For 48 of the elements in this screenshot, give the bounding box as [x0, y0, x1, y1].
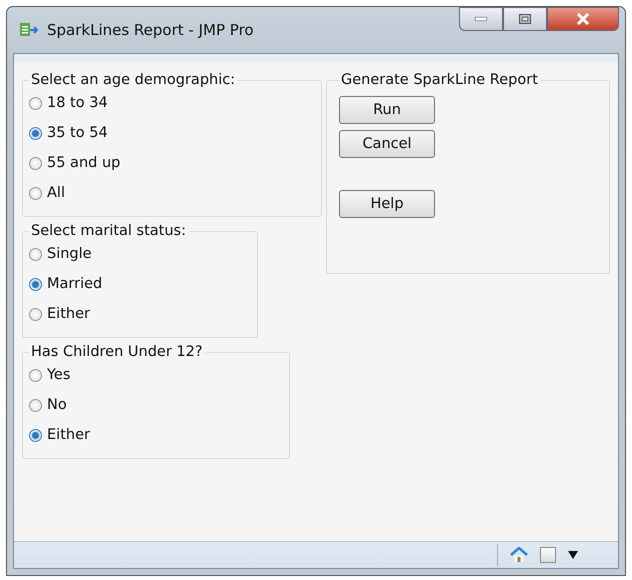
- group-title: Select marital status:: [30, 223, 187, 239]
- radio-button[interactable]: [29, 368, 42, 382]
- option-label: 55 and up: [47, 155, 120, 171]
- option-label: 18 to 34: [47, 95, 108, 111]
- radio-option[interactable]: Single: [29, 239, 247, 269]
- option-label: All: [47, 185, 65, 201]
- radio-button[interactable]: [29, 428, 42, 442]
- option-label: Married: [47, 276, 102, 292]
- radio-option[interactable]: 18 to 34: [29, 88, 311, 118]
- dropdown-arrow-icon[interactable]: [568, 551, 578, 559]
- app-icon: [19, 21, 39, 39]
- radio-button[interactable]: [29, 186, 42, 200]
- radio-button[interactable]: [29, 156, 42, 170]
- radio-option[interactable]: 55 and up: [29, 148, 311, 178]
- radio-option[interactable]: Either: [29, 299, 247, 329]
- group-title: Select an age demographic:: [30, 72, 236, 88]
- close-button[interactable]: [547, 7, 619, 31]
- radio-button[interactable]: [29, 126, 42, 140]
- radio-button[interactable]: [29, 96, 42, 110]
- group-title: Has Children Under 12?: [30, 344, 204, 360]
- close-icon: [576, 13, 590, 25]
- option-label: Either: [47, 427, 90, 443]
- radio-button[interactable]: [29, 278, 42, 290]
- maximize-icon: [519, 14, 531, 24]
- option-label: Yes: [47, 367, 70, 383]
- dialog-button[interactable]: Run: [339, 96, 435, 124]
- radio-option[interactable]: Either: [29, 420, 279, 450]
- radio-option[interactable]: 35 to 54: [29, 118, 311, 148]
- group-title: Generate SparkLine Report: [340, 72, 539, 88]
- home-icon[interactable]: [510, 547, 528, 563]
- maximize-button[interactable]: [503, 7, 547, 31]
- radio-option[interactable]: All: [29, 178, 311, 208]
- checkbox[interactable]: [540, 547, 556, 563]
- option-label: Either: [47, 306, 90, 322]
- radio-button[interactable]: [29, 398, 42, 412]
- minimize-icon: [475, 17, 487, 21]
- radio-button[interactable]: [29, 248, 42, 260]
- minimize-button[interactable]: [459, 7, 503, 31]
- window-title: SparkLines Report - JMP Pro: [47, 21, 254, 39]
- option-label: 35 to 54: [47, 125, 108, 141]
- radio-option[interactable]: Yes: [29, 360, 279, 390]
- option-label: No: [47, 397, 67, 413]
- radio-option[interactable]: No: [29, 390, 279, 420]
- dialog-button[interactable]: Cancel: [339, 130, 435, 158]
- radio-option[interactable]: Married: [29, 269, 247, 299]
- option-label: Single: [47, 246, 92, 262]
- dialog-button[interactable]: Help: [339, 190, 435, 218]
- radio-button[interactable]: [29, 308, 42, 320]
